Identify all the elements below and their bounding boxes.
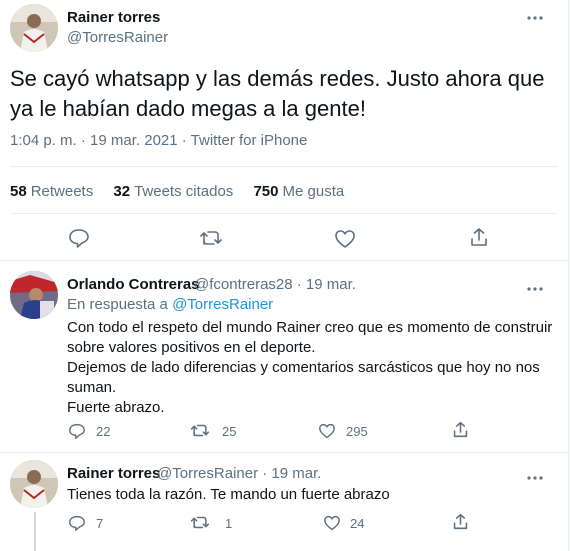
reply-icon[interactable] bbox=[68, 423, 86, 439]
reply-text-line: Dejemos de lado diferencias y comentario… bbox=[67, 359, 540, 376]
tweet-stats: 58 Retweets 32 Tweets citados 750 Me gusta bbox=[10, 183, 360, 200]
retweet-icon[interactable] bbox=[190, 515, 210, 530]
more-dots-icon[interactable] bbox=[527, 468, 543, 484]
quotes-count: 32 bbox=[113, 183, 131, 200]
avatar[interactable] bbox=[10, 460, 58, 508]
reply-text-line: Tienes toda la razón. Te mando un fuerte… bbox=[67, 486, 390, 503]
in-reply-to: En respuesta a @TorresRainer bbox=[67, 296, 273, 313]
reply-text-line: suman. bbox=[67, 379, 117, 396]
more-dots-icon[interactable] bbox=[527, 8, 543, 24]
thread-line bbox=[34, 512, 36, 551]
retweet-count: 1 bbox=[225, 516, 233, 531]
handle-and-date[interactable]: @fcontreras28 · 19 mar. bbox=[194, 276, 356, 293]
quotes-stat[interactable]: 32 Tweets citados bbox=[113, 183, 249, 200]
tweet-text: Se cayó whatsapp y las demás redes. Just… bbox=[10, 66, 545, 121]
likes-count: 750 bbox=[253, 183, 279, 200]
user-handle[interactable]: @TorresRainer bbox=[67, 29, 168, 46]
retweets-stat[interactable]: 58 Retweets bbox=[10, 183, 109, 200]
divider bbox=[0, 260, 568, 261]
like-icon[interactable] bbox=[334, 229, 356, 249]
quotes-label: Tweets citados bbox=[134, 183, 234, 200]
avatar[interactable] bbox=[10, 4, 58, 52]
like-icon[interactable] bbox=[318, 423, 336, 439]
reply-icon[interactable] bbox=[68, 228, 90, 248]
retweet-count: 25 bbox=[222, 424, 237, 439]
display-name[interactable]: Rainer torres bbox=[67, 465, 160, 482]
reply-icon[interactable] bbox=[68, 515, 86, 531]
in-reply-prefix: En respuesta a bbox=[67, 296, 168, 313]
divider bbox=[0, 452, 568, 453]
display-name[interactable]: Orlando Contreras bbox=[67, 276, 200, 293]
like-icon[interactable] bbox=[323, 515, 341, 531]
more-dots-icon[interactable] bbox=[527, 279, 543, 295]
retweets-count: 58 bbox=[10, 183, 27, 200]
tweet-timestamp[interactable]: 1:04 p. m. · 19 mar. 2021 · Twitter for … bbox=[10, 132, 307, 149]
share-icon[interactable] bbox=[469, 227, 489, 247]
reply-text-line: sobre valores positivos en el deporte. bbox=[67, 339, 316, 356]
reply-count: 22 bbox=[96, 424, 111, 439]
in-reply-handle-link[interactable]: @TorresRainer bbox=[172, 296, 273, 313]
share-icon[interactable] bbox=[452, 421, 469, 438]
reply-text-line: Con todo el respeto del mundo Rainer cre… bbox=[67, 319, 553, 336]
like-count: 295 bbox=[346, 424, 368, 439]
share-icon[interactable] bbox=[452, 513, 469, 530]
likes-stat[interactable]: 750 Me gusta bbox=[253, 183, 360, 200]
tweet-thread: Rainer torres @TorresRainer Se cayó what… bbox=[0, 0, 569, 551]
reply-text: Con todo el respeto del mundo Rainer cre… bbox=[67, 318, 552, 418]
retweets-label: Retweets bbox=[30, 183, 94, 200]
divider bbox=[10, 166, 558, 167]
likes-label: Me gusta bbox=[282, 183, 345, 200]
reply-text-line: Fuerte abrazo. bbox=[67, 399, 165, 416]
avatar[interactable] bbox=[10, 271, 58, 319]
reply-text: Tienes toda la razón. Te mando un fuerte… bbox=[67, 485, 390, 505]
display-name[interactable]: Rainer torres bbox=[67, 9, 160, 26]
like-count: 24 bbox=[350, 516, 365, 531]
retweet-icon[interactable] bbox=[199, 229, 223, 247]
handle-and-date[interactable]: @TorresRainer · 19 mar. bbox=[157, 465, 321, 482]
divider bbox=[10, 213, 558, 214]
reply-count: 7 bbox=[96, 516, 104, 531]
retweet-icon[interactable] bbox=[190, 423, 210, 438]
